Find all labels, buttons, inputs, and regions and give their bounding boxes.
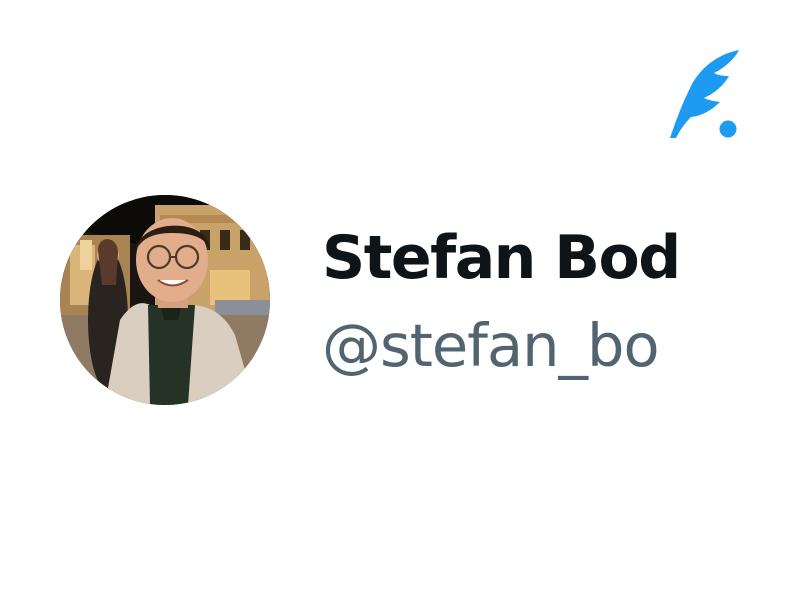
avatar[interactable]	[60, 195, 270, 405]
user-handle[interactable]: @stefan_bo	[322, 306, 660, 386]
display-name[interactable]: Stefan Bodn	[322, 218, 680, 298]
quill-logo-icon	[666, 46, 742, 142]
profile-identity: Stefan Bodn @stefan_bo	[322, 218, 680, 388]
profile-card: Stefan Bodn @stefan_bo	[0, 0, 800, 600]
